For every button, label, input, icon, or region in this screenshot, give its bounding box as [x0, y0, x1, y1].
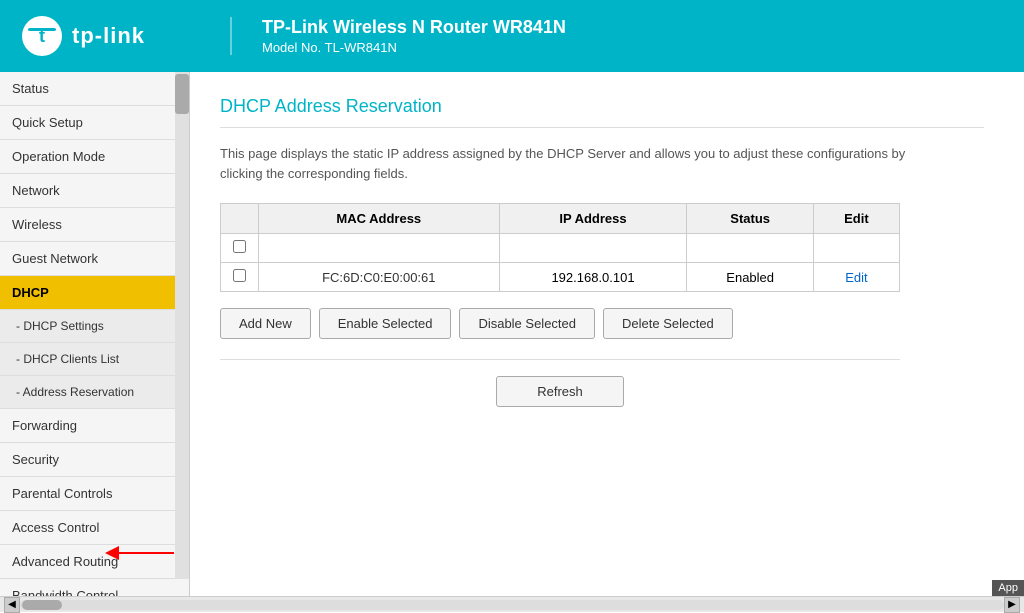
main-layout: Status Quick Setup Operation Mode Networ…	[0, 72, 1024, 596]
sidebar-item-quick-setup[interactable]: Quick Setup	[0, 106, 189, 140]
table-header-checkbox	[221, 204, 259, 234]
sidebar-item-access-control[interactable]: Access Control	[0, 511, 189, 545]
sidebar-item-wireless[interactable]: Wireless	[0, 208, 189, 242]
sidebar-item-forwarding[interactable]: Forwarding	[0, 409, 189, 443]
status-cell-1: Enabled	[687, 263, 813, 292]
sidebar-item-network[interactable]: Network	[0, 174, 189, 208]
edit-cell-1[interactable]: Edit	[813, 263, 899, 292]
status-cell-empty	[687, 234, 813, 263]
app-badge: App	[992, 580, 1024, 596]
edit-link-1[interactable]: Edit	[845, 270, 867, 285]
row-checkbox-empty[interactable]	[233, 240, 246, 253]
logo-area: t tp-link	[20, 14, 220, 58]
scrollbar-thumb[interactable]	[22, 600, 62, 610]
sidebar-item-operation-mode[interactable]: Operation Mode	[0, 140, 189, 174]
table-row-1: FC:6D:C0:E0:00:61 192.168.0.101 Enabled …	[221, 263, 900, 292]
mac-cell-empty	[259, 234, 500, 263]
page-title: DHCP Address Reservation	[220, 96, 984, 128]
content-divider	[220, 359, 900, 360]
table-header-status: Status	[687, 204, 813, 234]
scrollbar-track[interactable]	[20, 600, 1004, 610]
sidebar-scrollbar-thumb[interactable]	[175, 74, 189, 114]
refresh-area: Refresh	[220, 376, 900, 407]
sidebar-item-guest-network[interactable]: Guest Network	[0, 242, 189, 276]
sidebar-item-dhcp-settings[interactable]: - DHCP Settings	[0, 310, 189, 343]
table-header-mac: MAC Address	[259, 204, 500, 234]
scroll-arrow-left[interactable]: ◀	[4, 597, 20, 613]
table-header-ip: IP Address	[499, 204, 687, 234]
sidebar-item-status[interactable]: Status	[0, 72, 189, 106]
content-area: DHCP Address Reservation This page displ…	[190, 72, 1024, 596]
scroll-arrow-right[interactable]: ▶	[1004, 597, 1020, 613]
ip-cell-1: 192.168.0.101	[499, 263, 687, 292]
refresh-button[interactable]: Refresh	[496, 376, 624, 407]
sidebar-item-dhcp[interactable]: DHCP	[0, 276, 189, 310]
action-buttons: Add New Enable Selected Disable Selected…	[220, 308, 900, 339]
bottom-scrollbar[interactable]: ◀ ▶	[0, 596, 1024, 612]
description-text: This page displays the static IP address…	[220, 144, 920, 183]
header: t tp-link TP-Link Wireless N Router WR84…	[0, 0, 1024, 72]
logo-text: tp-link	[72, 23, 145, 49]
sidebar-item-security[interactable]: Security	[0, 443, 189, 477]
disable-selected-button[interactable]: Disable Selected	[459, 308, 595, 339]
model-number: Model No. TL-WR841N	[262, 40, 566, 55]
add-new-button[interactable]: Add New	[220, 308, 311, 339]
row-checkbox-1[interactable]	[233, 269, 246, 282]
sidebar: Status Quick Setup Operation Mode Networ…	[0, 72, 190, 596]
mac-cell-1: FC:6D:C0:E0:00:61	[259, 263, 500, 292]
tp-link-logo-icon: t	[20, 14, 64, 58]
sidebar-scrollbar[interactable]	[175, 72, 189, 596]
header-title: TP-Link Wireless N Router WR841N Model N…	[230, 17, 566, 55]
ip-cell-empty	[499, 234, 687, 263]
reservation-table: MAC Address IP Address Status Edit	[220, 203, 900, 292]
sidebar-item-parental-controls[interactable]: Parental Controls	[0, 477, 189, 511]
sidebar-item-bandwidth-control[interactable]: Bandwidth Control	[0, 579, 189, 596]
sidebar-item-dhcp-clients[interactable]: - DHCP Clients List	[0, 343, 189, 376]
table-row-empty	[221, 234, 900, 263]
delete-selected-button[interactable]: Delete Selected	[603, 308, 733, 339]
edit-cell-empty	[813, 234, 899, 263]
sidebar-item-address-reservation[interactable]: - Address Reservation	[0, 376, 189, 409]
router-name: TP-Link Wireless N Router WR841N	[262, 17, 566, 38]
content-inner: DHCP Address Reservation This page displ…	[190, 72, 1024, 427]
enable-selected-button[interactable]: Enable Selected	[319, 308, 452, 339]
table-header-edit: Edit	[813, 204, 899, 234]
sidebar-item-advanced-routing[interactable]: Advanced Routing	[0, 545, 189, 579]
